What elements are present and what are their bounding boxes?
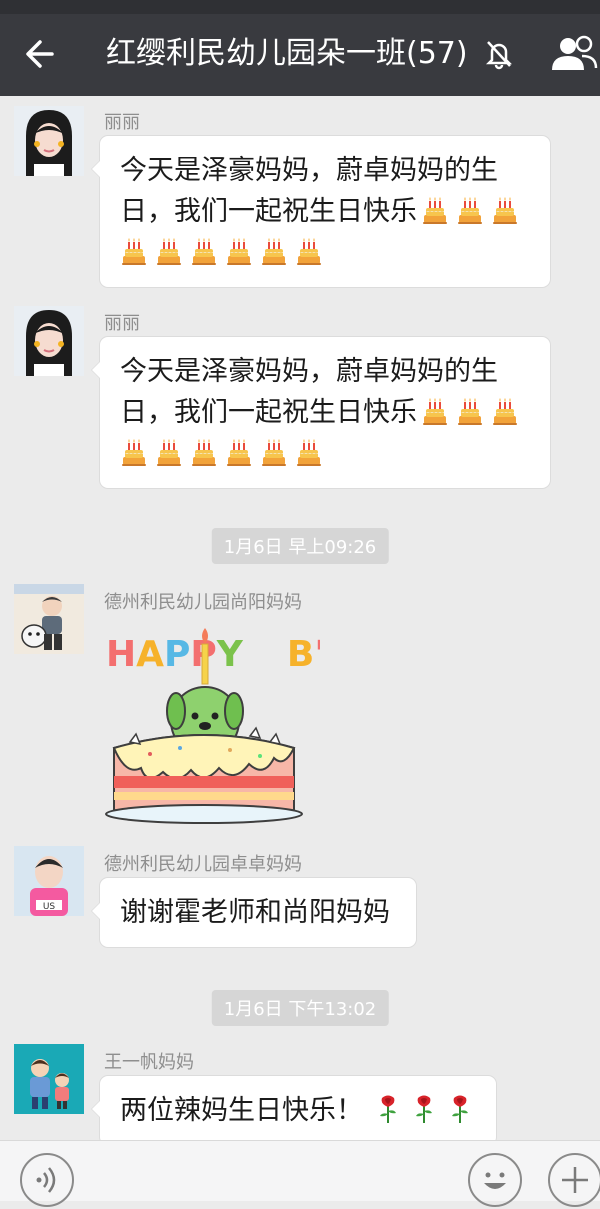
avatar[interactable] bbox=[14, 1044, 84, 1114]
cake-emoji-icon bbox=[225, 236, 253, 266]
rose-emoji-icon bbox=[377, 1094, 399, 1124]
cake-emoji-icon bbox=[421, 195, 449, 225]
message-text-line: 今天是泽豪妈妈，蔚卓妈妈的生 bbox=[120, 356, 498, 387]
emoji-icon[interactable] bbox=[468, 1153, 522, 1207]
avatar[interactable] bbox=[14, 306, 84, 376]
emoji-line bbox=[120, 433, 530, 474]
bell-muted-icon bbox=[484, 38, 514, 70]
message-text-line: 日，我们一起祝生日快乐 bbox=[120, 191, 530, 232]
message-text-line: 日，我们一起祝生日快乐 bbox=[120, 392, 530, 433]
avatar[interactable]: US bbox=[14, 846, 84, 916]
message-bubble[interactable]: 两位辣妈生日快乐！ bbox=[91, 1076, 496, 1140]
svg-text:US: US bbox=[43, 902, 56, 912]
sender-name: 丽丽 bbox=[104, 313, 140, 334]
cake-emoji-icon bbox=[295, 236, 323, 266]
cake-emoji-icon bbox=[456, 195, 484, 225]
back-arrow-icon[interactable] bbox=[22, 32, 62, 76]
chat-header: 红缨利民幼儿园朵一班(57) bbox=[0, 0, 600, 96]
voice-input-icon[interactable] bbox=[20, 1153, 74, 1207]
sender-name: 王一帆妈妈 bbox=[104, 1052, 194, 1073]
avatar[interactable] bbox=[14, 584, 84, 654]
message-bubble[interactable]: 今天是泽豪妈妈，蔚卓妈妈的生 日，我们一起祝生日快乐 bbox=[91, 337, 550, 488]
cake-emoji-icon bbox=[190, 236, 218, 266]
rose-emoji-icon bbox=[413, 1094, 435, 1124]
sticker-text: HAPPYB'DAY bbox=[106, 634, 320, 675]
cake-emoji-icon bbox=[260, 437, 288, 467]
timestamp-badge: 1月6日 早上09:26 bbox=[211, 528, 389, 564]
sender-name: 德州利民幼儿园尚阳妈妈 bbox=[104, 592, 302, 613]
cake-emoji-icon bbox=[421, 396, 449, 426]
status-bar bbox=[0, 0, 600, 14]
birthday-cake-sticker[interactable]: HAPPYB'DAY bbox=[100, 616, 407, 826]
cake-emoji-icon bbox=[295, 437, 323, 467]
cake-emoji-icon bbox=[155, 437, 183, 467]
chat-message-list[interactable]: 丽丽 今天是泽豪妈妈，蔚卓妈妈的生 日，我们一起祝生日快乐 丽丽 今天是泽豪妈妈… bbox=[0, 96, 600, 1140]
timestamp-badge: 1月6日 下午13:02 bbox=[211, 990, 389, 1026]
avatar[interactable] bbox=[14, 106, 84, 176]
emoji-line bbox=[120, 232, 530, 273]
cake-emoji-icon bbox=[120, 437, 148, 467]
cake-emoji-icon bbox=[260, 236, 288, 266]
cake-emoji-icon bbox=[225, 437, 253, 467]
message-text: 谢谢霍老师和尚阳妈妈 bbox=[120, 897, 390, 928]
message-bubble[interactable]: 谢谢霍老师和尚阳妈妈 bbox=[91, 878, 416, 947]
input-toolbar bbox=[0, 1140, 600, 1207]
chat-title[interactable]: 红缨利民幼儿园朵一班(57) bbox=[106, 34, 468, 74]
group-members-icon[interactable] bbox=[550, 34, 598, 74]
message-text: 两位辣妈生日快乐！ bbox=[120, 1090, 476, 1131]
message-text-line: 今天是泽豪妈妈，蔚卓妈妈的生 bbox=[120, 155, 498, 186]
cake-emoji-icon bbox=[190, 437, 218, 467]
sender-name: 丽丽 bbox=[104, 112, 140, 133]
cake-emoji-icon bbox=[491, 195, 519, 225]
cake-emoji-icon bbox=[120, 236, 148, 266]
cake-emoji-icon bbox=[456, 396, 484, 426]
sender-name: 德州利民幼儿园卓卓妈妈 bbox=[104, 854, 302, 875]
cake-emoji-icon bbox=[155, 236, 183, 266]
rose-emoji-icon bbox=[449, 1094, 471, 1124]
cake-emoji-icon bbox=[491, 396, 519, 426]
plus-icon[interactable] bbox=[548, 1153, 600, 1207]
message-bubble[interactable]: 今天是泽豪妈妈，蔚卓妈妈的生 日，我们一起祝生日快乐 bbox=[91, 136, 550, 287]
